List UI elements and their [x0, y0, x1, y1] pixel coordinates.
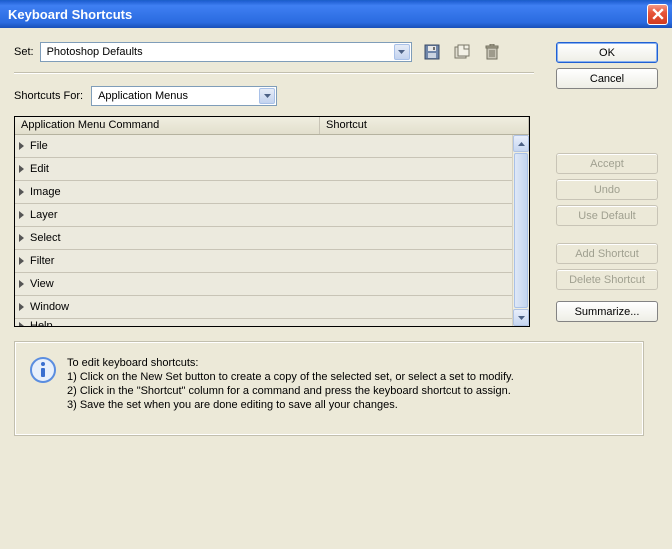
col-header-command[interactable]: Application Menu Command: [15, 117, 320, 134]
set-row: Set: Photoshop Defaults: [14, 42, 534, 62]
dialog-content: Set: Photoshop Defaults: [0, 28, 672, 549]
chevron-down-icon: [518, 316, 525, 320]
info-box: To edit keyboard shortcuts: 1) Click on …: [14, 341, 644, 436]
row-label: Image: [30, 186, 61, 198]
expand-icon: [19, 234, 24, 242]
info-line: 1) Click on the New Set button to create…: [67, 370, 514, 384]
expand-icon: [19, 303, 24, 311]
row-label: View: [30, 278, 54, 290]
row-label: Window: [30, 301, 69, 313]
table-row[interactable]: Layer: [15, 204, 529, 227]
expand-icon: [19, 257, 24, 265]
info-line: 3) Save the set when you are done editin…: [67, 398, 514, 412]
table-row[interactable]: Window: [15, 296, 529, 319]
table-row[interactable]: Select: [15, 227, 529, 250]
accept-button: Accept: [556, 153, 658, 174]
undo-button: Undo: [556, 179, 658, 200]
shortcuts-for-select[interactable]: Application Menus: [91, 86, 277, 106]
row-label: Layer: [30, 209, 58, 221]
info-icon: [29, 356, 57, 384]
chevron-up-icon: [518, 142, 525, 146]
new-set-icon: [454, 44, 470, 60]
delete-set-button[interactable]: [482, 42, 502, 62]
shortcuts-table: Application Menu Command Shortcut File E…: [14, 116, 530, 327]
shortcuts-for-row: Shortcuts For: Application Menus: [14, 86, 534, 106]
row-label: Edit: [30, 163, 49, 175]
row-label: Filter: [30, 255, 54, 267]
ok-button[interactable]: OK: [556, 42, 658, 63]
expand-icon: [19, 142, 24, 150]
use-default-button: Use Default: [556, 205, 658, 226]
right-button-panel: OK Cancel Accept Undo Use Default Add Sh…: [556, 42, 658, 327]
set-select-value: Photoshop Defaults: [47, 46, 143, 58]
close-icon: [652, 8, 664, 20]
chevron-down-icon: [394, 44, 410, 60]
shortcuts-for-label: Shortcuts For:: [14, 90, 83, 102]
col-header-shortcut[interactable]: Shortcut: [320, 117, 529, 134]
divider: [14, 72, 534, 74]
scroll-thumb[interactable]: [514, 153, 528, 308]
table-row[interactable]: Filter: [15, 250, 529, 273]
summarize-button[interactable]: Summarize...: [556, 301, 658, 322]
expand-icon: [19, 188, 24, 196]
table-row[interactable]: View: [15, 273, 529, 296]
cancel-button[interactable]: Cancel: [556, 68, 658, 89]
expand-icon: [19, 165, 24, 173]
new-set-button[interactable]: [452, 42, 472, 62]
delete-shortcut-button: Delete Shortcut: [556, 269, 658, 290]
add-shortcut-button: Add Shortcut: [556, 243, 658, 264]
shortcuts-for-value: Application Menus: [98, 90, 188, 102]
table-body: File Edit Image Layer Select Filter View…: [15, 135, 529, 326]
info-text: To edit keyboard shortcuts: 1) Click on …: [67, 356, 514, 421]
floppy-icon: [424, 44, 440, 60]
chevron-down-icon: [259, 88, 275, 104]
scroll-down-button[interactable]: [513, 309, 529, 326]
table-row[interactable]: File: [15, 135, 529, 158]
table-row[interactable]: Help: [15, 319, 529, 326]
table-row[interactable]: Image: [15, 181, 529, 204]
scrollbar[interactable]: [512, 135, 529, 326]
expand-icon: [19, 322, 24, 326]
window-title: Keyboard Shortcuts: [8, 7, 132, 22]
trash-icon: [485, 44, 499, 60]
row-label: Select: [30, 232, 61, 244]
close-button[interactable]: [647, 4, 668, 25]
table-header: Application Menu Command Shortcut: [15, 117, 529, 135]
save-set-button[interactable]: [422, 42, 442, 62]
set-select[interactable]: Photoshop Defaults: [40, 42, 412, 62]
row-label: File: [30, 140, 48, 152]
titlebar: Keyboard Shortcuts: [0, 0, 672, 28]
set-label: Set:: [14, 46, 34, 58]
info-line: To edit keyboard shortcuts:: [67, 356, 514, 370]
row-label: Help: [30, 320, 53, 326]
scroll-up-button[interactable]: [513, 135, 529, 152]
info-line: 2) Click in the "Shortcut" column for a …: [67, 384, 514, 398]
table-row[interactable]: Edit: [15, 158, 529, 181]
expand-icon: [19, 280, 24, 288]
expand-icon: [19, 211, 24, 219]
